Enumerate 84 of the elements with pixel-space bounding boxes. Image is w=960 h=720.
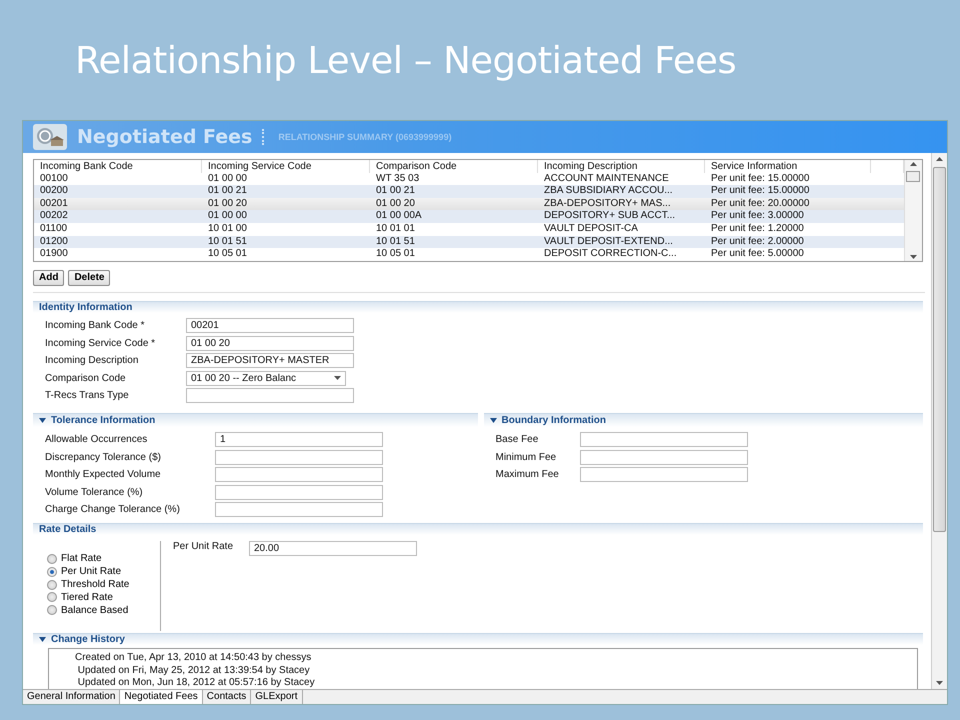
input-field[interactable]: 1 [215,432,383,448]
history-entry: Created on Tue, Apr 13, 2010 at 14:50:43 by chessys [75,652,312,665]
field-label: Allowable Occurrences [45,434,148,446]
input-field[interactable] [580,450,748,465]
section-header: Identity Information [33,300,923,313]
caret-icon [334,376,341,380]
caret-icon[interactable] [39,637,46,642]
input-field[interactable]: 20.00 [249,540,417,556]
coin-bank-icon [33,124,67,150]
history-entry: Updated on Mon, Jun 18, 2012 at 05:57:16 by Stacey [76,676,316,689]
section-header: Rate Details [33,522,923,535]
rate-radio[interactable]: Per Unit Rate [47,565,160,578]
rate-radio[interactable]: Flat Rate [47,552,160,566]
slide-title: Relationship Level – Negotiated Fees [74,38,738,84]
input-field[interactable] [580,467,748,482]
table-cell[interactable]: ZBA SUBSIDIARY ACCOU... [538,185,705,198]
table-cell[interactable]: Per unit fee: 3.00000 [705,210,871,223]
section-header[interactable]: Boundary Information [484,412,923,427]
table-cell[interactable]: 01 00 00A [370,210,538,223]
table-cell[interactable]: ZBA-DEPOSITORY+ MAS... [538,198,705,210]
window-title: Negotiated Fees [77,126,252,148]
table-cell[interactable]: DEPOSITORY+ SUB ACCT... [538,210,705,223]
delete-button[interactable]: Delete [68,270,110,286]
separator-dots [262,129,264,145]
table-cell[interactable]: 00201 [34,198,202,210]
add-button[interactable]: Add [33,270,64,286]
caret-icon[interactable] [39,418,46,423]
field-label: Comparison Code [45,372,127,384]
section-header[interactable]: Change History [33,633,923,646]
input-field[interactable] [215,502,383,518]
scroll-up-icon[interactable] [910,162,917,166]
rate-radio[interactable]: Tiered Rate [47,590,160,604]
table-cell[interactable]: 01 00 20 [202,198,370,210]
table-cell[interactable]: 01 00 21 [370,185,538,198]
input-field[interactable]: 01 00 20 [186,336,354,351]
table-cell[interactable]: Per unit fee: 2.00000 [705,236,871,248]
field-label: Maximum Fee [496,469,560,480]
table-cell[interactable]: 10 01 51 [370,236,538,248]
table-cell[interactable]: 00200 [34,185,202,198]
input-field[interactable]: 00201 [186,318,354,334]
table-cell[interactable]: 01 00 21 [202,185,370,198]
field-label: Minimum Fee [496,452,558,463]
rate-radio[interactable]: Threshold Rate [47,578,160,591]
table-cell[interactable]: VAULT DEPOSIT-EXTEND... [538,236,705,248]
row-filler [871,210,904,223]
table-scrollbar[interactable] [904,160,922,261]
field-label: Incoming Service Code * [45,338,156,349]
comparison-code-dropdown[interactable]: 01 00 20 -- Zero Balanc [186,370,346,386]
relationship-summary: RELATIONSHIP SUMMARY (0693999999) [278,132,452,142]
field-label: Incoming Description [45,355,140,366]
scroll-down-icon[interactable] [910,254,917,259]
field-label: T-Recs Trans Type [45,390,130,402]
field-label: Base Fee [496,434,540,446]
scroll-up-icon[interactable] [936,157,943,161]
scroll-down-icon[interactable] [936,681,943,685]
input-field[interactable] [186,388,354,404]
field-label: Incoming Bank Code * [45,320,146,332]
field-label: Monthly Expected Volume [45,469,162,480]
table-cell[interactable]: 01200 [34,236,202,248]
rate-radio[interactable]: Balance Based [47,604,160,616]
table-cell[interactable]: 01 00 00 [202,210,370,223]
history-entry: Updated on Fri, May 25, 2012 at 13:39:54 by Stacey [76,664,311,677]
scroll-thumb[interactable] [933,167,946,532]
field-label: Discrepancy Tolerance ($) [45,452,162,463]
input-field[interactable] [215,484,383,500]
input-field[interactable] [215,450,383,465]
input-field[interactable]: ZBA-DEPOSITORY+ MASTER [186,353,354,368]
table-cell[interactable]: Per unit fee: 20.00000 [705,198,871,210]
row-filler [871,236,904,248]
field-label: Charge Change Tolerance (%) [45,504,181,516]
tab[interactable]: Negotiated Fees [120,690,203,704]
field-label: Volume Tolerance (%) [45,486,144,498]
table-cell[interactable]: Per unit fee: 15.00000 [705,185,871,198]
table-cell[interactable]: 00202 [34,210,202,223]
section-header[interactable]: Tolerance Information [33,412,478,427]
scroll-thumb[interactable] [906,171,920,182]
row-filler [871,185,904,198]
input-field[interactable] [215,467,383,482]
caret-icon[interactable] [490,418,496,423]
scrollbar[interactable] [931,153,947,689]
input-field[interactable] [580,432,748,448]
field-label: Per Unit Rate [173,540,234,552]
table-cell[interactable]: 01 00 20 [370,198,538,210]
table-cell[interactable]: 10 01 51 [202,236,370,248]
